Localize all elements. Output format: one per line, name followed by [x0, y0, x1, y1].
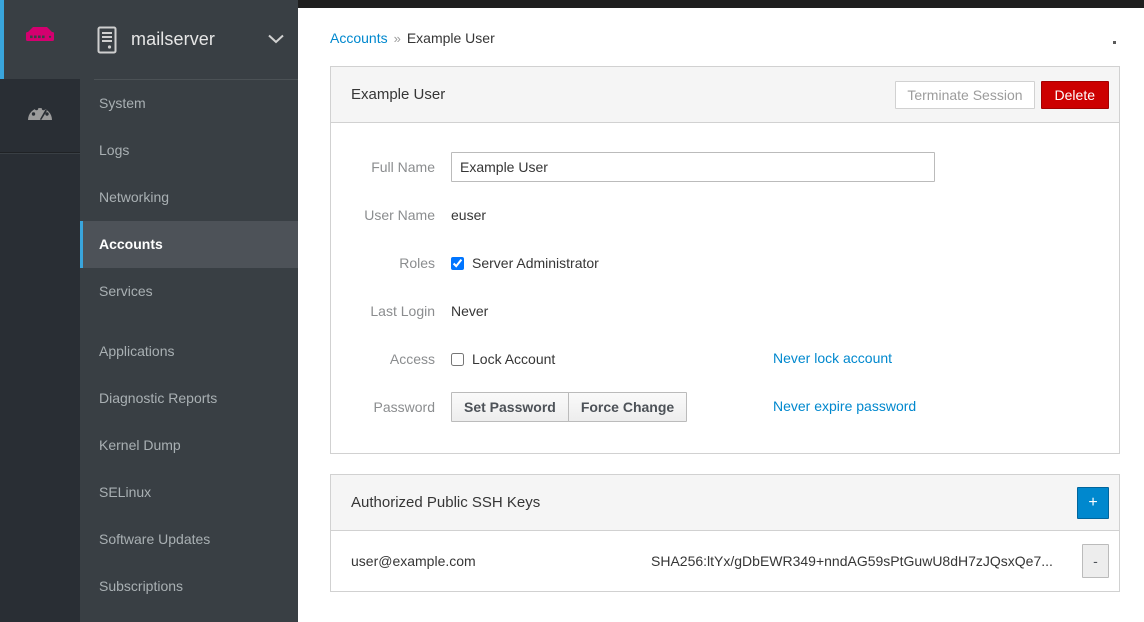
sidebar-item-label: Networking	[99, 189, 170, 205]
sidebar-item-networking[interactable]: Networking	[80, 174, 298, 221]
sidebar-item-kernel-dump[interactable]: Kernel Dump	[80, 422, 298, 469]
rail-brand[interactable]	[0, 0, 80, 79]
access-label: Access	[389, 351, 435, 367]
plus-icon: +	[1088, 493, 1098, 511]
form-row-roles: Roles Server Administrator	[355, 239, 1095, 287]
sidebar-item-subscriptions[interactable]: Subscriptions	[80, 563, 298, 610]
host-name: mailserver	[131, 29, 216, 49]
role-server-administrator-label: Server Administrator	[472, 255, 599, 271]
full-name-input[interactable]	[451, 152, 935, 182]
top-strip	[298, 0, 1144, 8]
add-ssh-key-button[interactable]: +	[1077, 486, 1109, 519]
account-panel: Example User Terminate Session Delete Fu…	[330, 66, 1120, 454]
server-storage-icon	[23, 26, 57, 53]
cockpit-window: mailserver System Logs Networking Accoun…	[0, 0, 1144, 622]
set-password-button[interactable]: Set Password	[451, 392, 569, 422]
sidebar-item-diagnostic-reports[interactable]: Diagnostic Reports	[80, 375, 298, 422]
sidebar-item-label: Diagnostic Reports	[99, 390, 218, 406]
lock-account-checkbox[interactable]	[451, 352, 464, 366]
last-login-value: Never	[451, 303, 489, 319]
rail-accent-bar	[0, 0, 4, 79]
password-label: Password	[373, 399, 435, 415]
ssh-key-actions: -	[1072, 544, 1109, 578]
sidebar: mailserver System Logs Networking Accoun…	[80, 0, 298, 622]
sidebar-item-label: SELinux	[99, 484, 152, 500]
page-content: Accounts » Example User Example User Termi…	[298, 8, 1144, 622]
sidebar-item-system[interactable]: System	[80, 80, 298, 127]
role-server-administrator[interactable]: Server Administrator	[451, 255, 599, 271]
icon-rail	[0, 0, 80, 622]
minus-icon: -	[1093, 553, 1098, 569]
cursor-dot-marker	[1113, 41, 1116, 44]
role-server-administrator-checkbox[interactable]	[451, 256, 464, 270]
ssh-key-row: user@example.com SHA256:ltYx/gDbEWR349+n…	[331, 531, 1119, 591]
ssh-keys-title: Authorized Public SSH Keys	[351, 494, 541, 511]
chevron-down-icon[interactable]	[268, 31, 284, 49]
full-name-label: Full Name	[371, 159, 435, 175]
form-row-user-name: User Name euser	[355, 191, 1095, 239]
breadcrumb: Accounts » Example User	[298, 8, 1144, 46]
account-panel-body: Full Name User Name euser Roles	[331, 123, 1119, 453]
sidebar-item-applications[interactable]: Applications	[80, 328, 298, 375]
lock-account-label: Lock Account	[472, 351, 556, 367]
dashboard-gauge-icon	[25, 98, 55, 133]
sidebar-item-label: Software Updates	[99, 531, 211, 547]
never-expire-password-link[interactable]: Never expire password	[773, 398, 916, 414]
sidebar-item-label: Accounts	[99, 236, 163, 252]
sidebar-item-label: Logs	[99, 142, 130, 158]
user-name-value: euser	[451, 207, 487, 223]
form-row-last-login: Last Login Never	[355, 287, 1095, 335]
breadcrumb-link-accounts[interactable]: Accounts	[330, 30, 388, 46]
sidebar-item-label: Services	[99, 283, 153, 299]
sidebar-nav: System Logs Networking Accounts Services…	[80, 80, 298, 610]
ssh-key-fingerprint: SHA256:ltYx/gDbEWR349+nndAG59sPtGuwU8dH7…	[651, 553, 1053, 569]
rail-background	[0, 154, 80, 622]
sidebar-item-label: Applications	[99, 343, 175, 359]
terminate-session-button[interactable]: Terminate Session	[895, 80, 1035, 109]
sidebar-item-label: System	[99, 95, 146, 111]
never-lock-account-link[interactable]: Never lock account	[773, 350, 892, 366]
sidebar-item-label: Kernel Dump	[99, 437, 181, 453]
account-panel-header: Example User Terminate Session Delete	[331, 67, 1119, 123]
ssh-keys-panel: Authorized Public SSH Keys + user@exampl…	[330, 474, 1120, 592]
breadcrumb-current: Example User	[406, 30, 495, 46]
ssh-key-name: user@example.com	[351, 553, 476, 569]
sidebar-item-logs[interactable]: Logs	[80, 127, 298, 174]
sidebar-item-selinux[interactable]: SELinux	[80, 469, 298, 516]
roles-label: Roles	[399, 255, 435, 271]
host-selector[interactable]: mailserver	[80, 0, 298, 79]
sidebar-item-accounts[interactable]: Accounts	[80, 221, 298, 268]
last-login-label: Last Login	[370, 303, 435, 319]
page-title: Example User	[351, 86, 446, 103]
delete-button[interactable]: Delete	[1040, 80, 1109, 109]
breadcrumb-separator: »	[393, 31, 401, 46]
main-content: Accounts » Example User Example User Termi…	[298, 0, 1144, 622]
form-row-full-name: Full Name	[355, 143, 1095, 191]
sidebar-item-software-updates[interactable]: Software Updates	[80, 516, 298, 563]
force-change-button[interactable]: Force Change	[567, 392, 688, 422]
ssh-keys-panel-header: Authorized Public SSH Keys +	[331, 475, 1119, 531]
sidebar-item-services[interactable]: Services	[80, 268, 298, 315]
form-row-password: Password Set Password Force Change Never…	[355, 383, 1095, 431]
lock-account-option[interactable]: Lock Account	[451, 351, 555, 367]
user-name-label: User Name	[364, 207, 435, 223]
sidebar-item-label: Subscriptions	[99, 578, 184, 594]
server-tower-icon	[96, 26, 118, 54]
form-row-access: Access Lock Account Never lock account	[355, 335, 1095, 383]
remove-ssh-key-button[interactable]: -	[1082, 544, 1109, 578]
rail-item-dashboard[interactable]	[0, 79, 80, 153]
